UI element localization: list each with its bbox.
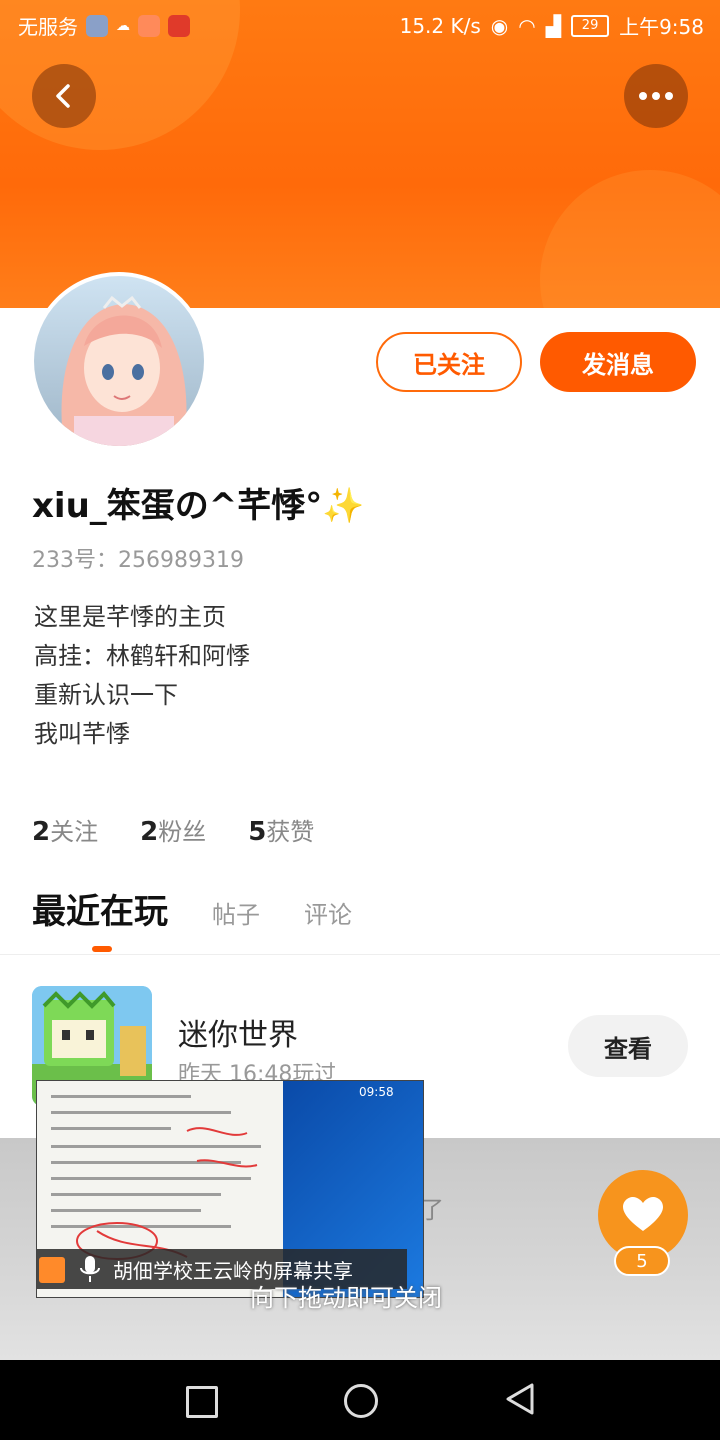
tab-indicator xyxy=(92,946,112,952)
heart-icon xyxy=(623,1197,663,1231)
more-button[interactable] xyxy=(624,64,688,128)
username: xiu_笨蛋の^芊悸°✨ xyxy=(32,486,365,526)
bio-line: 高挂：林鹤轩和阿悸 xyxy=(34,642,250,670)
view-game-button[interactable]: 查看 xyxy=(568,1015,688,1077)
followed-button[interactable]: 已关注 xyxy=(376,332,522,392)
shared-clock: 09:58 xyxy=(359,1085,394,1099)
send-message-button[interactable]: 发消息 xyxy=(540,332,696,392)
network-speed: 15.2 K/s xyxy=(399,13,481,38)
divider xyxy=(0,954,720,955)
microphone-icon xyxy=(168,14,190,37)
tab-bar: 最近在玩 帖子 评论 xyxy=(32,884,352,933)
tab-posts[interactable]: 帖子 xyxy=(212,895,260,930)
tab-recently-played[interactable]: 最近在玩 xyxy=(32,884,168,933)
avatar-image xyxy=(34,276,204,446)
app-icon xyxy=(138,14,160,37)
avatar[interactable] xyxy=(34,276,204,446)
battery-icon: 29 xyxy=(571,14,610,37)
status-bar: 无服务 ☁ 15.2 K/s ◉ ◠ ▟ 29 上午9:58 xyxy=(0,0,720,50)
user-id: 233号：256989319 xyxy=(32,548,244,573)
cloud-icon: ☁ xyxy=(116,17,130,34)
stat-following[interactable]: 2关注 xyxy=(32,812,98,847)
stats-row: 2关注 2粉丝 5获赞 xyxy=(32,812,314,847)
bio: 这里是芊悸的主页 高挂：林鹤轩和阿悸 重新认识一下 我叫芊悸 xyxy=(34,598,250,754)
bio-line: 我叫芊悸 xyxy=(34,720,130,748)
triangle-back-icon[interactable] xyxy=(504,1382,536,1416)
wifi-icon: ◠ xyxy=(518,13,536,38)
circle-icon[interactable] xyxy=(344,1384,378,1418)
square-icon[interactable] xyxy=(186,1386,218,1418)
microphone-icon xyxy=(80,1256,100,1282)
eye-icon: ◉ xyxy=(490,13,509,38)
screen-share-window[interactable]: 09:58 胡佃学校王云岭的屏幕共享 xyxy=(36,1080,424,1298)
clock-text: 上午9:58 xyxy=(619,15,704,39)
like-count: 5 xyxy=(614,1246,670,1276)
person-icon xyxy=(39,1257,65,1283)
more-dots-icon xyxy=(639,92,673,100)
stat-likes: 5获赞 xyxy=(248,817,315,847)
drag-to-close-hint: 向下拖动即可关闭 xyxy=(250,1284,442,1312)
bio-line: 这里是芊悸的主页 xyxy=(34,603,226,631)
stat-followers[interactable]: 2粉丝 xyxy=(140,812,206,847)
signal-icon: ▟ xyxy=(545,13,562,38)
chevron-left-icon xyxy=(56,84,70,108)
carrier-text: 无服务 xyxy=(18,15,78,39)
back-button[interactable] xyxy=(32,64,96,128)
game-name: 迷你世界 xyxy=(178,1018,298,1053)
tab-comments[interactable]: 评论 xyxy=(304,895,352,930)
bio-line: 重新认识一下 xyxy=(34,681,178,709)
shield-icon xyxy=(86,14,108,37)
